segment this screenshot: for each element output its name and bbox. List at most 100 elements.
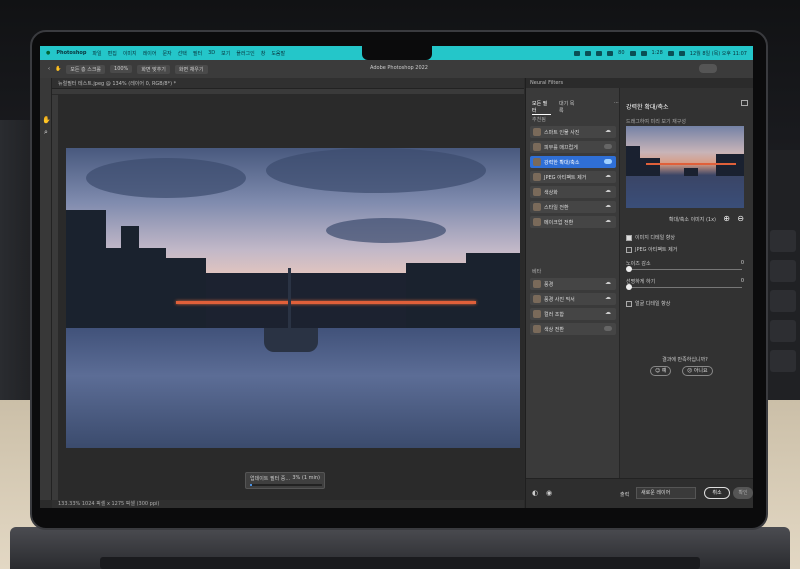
slider-knob[interactable] <box>626 284 632 290</box>
filter-toggle[interactable] <box>604 326 612 331</box>
more-options-icon[interactable]: ⋯ <box>614 100 619 115</box>
window-title: Adobe Photoshop 2022 <box>370 65 428 71</box>
ok-button[interactable]: 확인 <box>733 487 753 499</box>
cloud-download-icon[interactable]: ☁ <box>605 218 612 224</box>
filter-detail: 강력한 확대/축소 드래그하여 미리 보기 재구성 확대/축소 이미지 (1x)… <box>620 88 753 478</box>
laptop-keyboard <box>100 557 700 569</box>
noise-reduction-slider[interactable]: 노이즈 감소 0 <box>626 260 744 276</box>
panel-footer: ◐ ◉ 출력 새로운 레이어 취소 확인 <box>526 478 753 508</box>
share-button[interactable] <box>699 64 717 73</box>
filter-label: JPEG 아티팩트 제거 <box>544 174 587 181</box>
ship <box>264 328 318 352</box>
cloud-download-icon[interactable]: ☁ <box>605 173 612 179</box>
checkbox[interactable] <box>626 246 632 253</box>
zoom-out-icon[interactable]: ⊖ <box>737 214 744 223</box>
search-icon[interactable] <box>667 50 674 56</box>
filter-item[interactable]: 메이크업 전환 ☁ <box>530 216 616 228</box>
folder-icon[interactable] <box>741 100 748 106</box>
menu-3d[interactable]: 3D <box>208 50 215 56</box>
hand-tool-icon[interactable]: ✋ <box>55 66 61 72</box>
filter-item[interactable]: JPEG 아티팩트 제거 ☁ <box>530 171 616 183</box>
cloud-download-icon[interactable]: ☁ <box>605 280 612 286</box>
bridge-lights <box>176 301 476 304</box>
menu-image[interactable]: 이미지 <box>123 50 137 57</box>
slider-track <box>628 269 742 270</box>
checkbox[interactable] <box>626 300 632 307</box>
laptop-screen: ● Photoshop 파일 편집 이미지 레이어 문자 선택 필터 3D 보기… <box>40 46 753 508</box>
progress-label: 업데이트 필터 중... <box>250 476 291 482</box>
hand-tool-icon[interactable]: ✋ <box>42 116 51 124</box>
zoom-100-button[interactable]: 100% <box>110 65 133 73</box>
tab-waitlist[interactable]: 대기 목록 <box>559 100 578 115</box>
status-icon[interactable] <box>585 50 592 56</box>
back-icon[interactable]: ‹ <box>48 66 50 72</box>
menu-plugins[interactable]: 플러그인 <box>236 50 254 57</box>
apple-icon[interactable]: ● <box>46 50 50 56</box>
sharpen-slider[interactable]: 선명하게 하기 0 <box>626 278 744 294</box>
filter-item[interactable]: 풍경 사진 믹서 ☁ <box>530 293 616 305</box>
checkbox-checked[interactable] <box>626 234 632 241</box>
thumbs-up-icon: ☺ <box>655 368 661 374</box>
filter-item[interactable]: 풍경 ☁ <box>530 278 616 290</box>
filter-item[interactable]: 색상 전환 <box>530 323 616 335</box>
remove-jpeg-artifacts-checkbox[interactable]: JPEG 아티팩트 제거 <box>626 246 677 253</box>
preview-image[interactable] <box>626 126 744 208</box>
status-icon[interactable] <box>574 50 581 56</box>
activity-icon[interactable] <box>596 50 603 56</box>
tab-all-filters[interactable]: 모든 필터 <box>532 100 551 115</box>
filter-thumbnail <box>533 128 541 136</box>
output-select[interactable]: 새로운 레이어 <box>636 487 696 499</box>
filter-label: 풍경 사진 믹서 <box>544 296 575 303</box>
filter-item[interactable]: 컬러 조합 ☁ <box>530 308 616 320</box>
status-icon[interactable] <box>607 50 614 56</box>
document-tab[interactable]: 뉴럴필터 테스트.jpeg @ 134% (레이어 0, RGB/8*) * <box>58 80 176 87</box>
filter-label: 메이크업 전환 <box>544 219 574 226</box>
menu-datetime[interactable]: 12월 8일 (목) 오후 11:07 <box>690 50 747 57</box>
filter-item[interactable]: 색상화 ☁ <box>530 186 616 198</box>
cloud-download-icon[interactable]: ☁ <box>605 128 612 134</box>
filter-thumbnail <box>533 325 541 333</box>
menu-view[interactable]: 보기 <box>221 50 230 57</box>
menu-window[interactable]: 창 <box>261 50 266 57</box>
battery-icon[interactable] <box>629 50 636 56</box>
filter-item[interactable]: 스타일 전환 ☁ <box>530 201 616 213</box>
menu-select[interactable]: 선택 <box>178 50 187 57</box>
filter-toggle[interactable] <box>604 144 612 149</box>
menu-edit[interactable]: 편집 <box>108 50 117 57</box>
menu-app-name[interactable]: Photoshop <box>56 50 86 56</box>
cloud-download-icon[interactable]: ☁ <box>605 203 612 209</box>
cancel-button[interactable]: 취소 <box>704 487 730 499</box>
cloud-download-icon[interactable]: ☁ <box>605 310 612 316</box>
slider-knob[interactable] <box>626 266 632 272</box>
document-image[interactable] <box>66 148 520 448</box>
enhance-face-checkbox[interactable]: 얼굴 디테일 향상 <box>626 300 670 307</box>
checkbox-label: 이미지 디테일 향상 <box>635 235 675 241</box>
feedback-no-button[interactable]: ☹ 아니요 <box>682 366 713 376</box>
menu-file[interactable]: 파일 <box>92 50 101 57</box>
filter-item[interactable]: 스마트 인물 사진 ☁ <box>530 126 616 138</box>
menu-help[interactable]: 도움말 <box>271 50 285 57</box>
feedback-yes-button[interactable]: ☺ 예 <box>650 366 672 376</box>
menu-layer[interactable]: 레이어 <box>143 50 157 57</box>
filter-label: 강력한 확대/축소 <box>544 159 580 166</box>
filter-item[interactable]: 강력한 확대/축소 <box>530 156 616 168</box>
battery-percent: 80 <box>618 50 625 56</box>
zoom-in-icon[interactable]: ⊕ <box>723 214 730 223</box>
control-center-icon[interactable] <box>678 50 685 56</box>
filter-item[interactable]: 피부를 매끄럽게 <box>530 141 616 153</box>
layer-preview-icon[interactable]: ◉ <box>546 489 554 497</box>
fill-screen-button[interactable]: 화면 채우기 <box>174 64 208 74</box>
menu-filter[interactable]: 필터 <box>193 50 202 57</box>
cloud-download-icon[interactable]: ☁ <box>605 295 612 301</box>
zoom-tool-icon[interactable]: ⌕ <box>42 128 50 136</box>
preview-toggle-icon[interactable]: ◐ <box>532 489 540 497</box>
scroll-all-windows-checkbox[interactable]: 모든 층 스크롤 <box>66 64 106 74</box>
checkbox-label: 얼굴 디테일 향상 <box>635 301 671 307</box>
fit-screen-button[interactable]: 화면 맞추기 <box>137 64 170 74</box>
cloud-download-icon[interactable]: ☁ <box>605 188 612 194</box>
button-label: 예 <box>661 368 667 374</box>
wifi-icon[interactable] <box>640 50 647 56</box>
filter-toggle[interactable] <box>604 159 612 164</box>
menu-type[interactable]: 문자 <box>162 50 171 57</box>
enhance-detail-checkbox[interactable]: 이미지 디테일 향상 <box>626 234 675 241</box>
